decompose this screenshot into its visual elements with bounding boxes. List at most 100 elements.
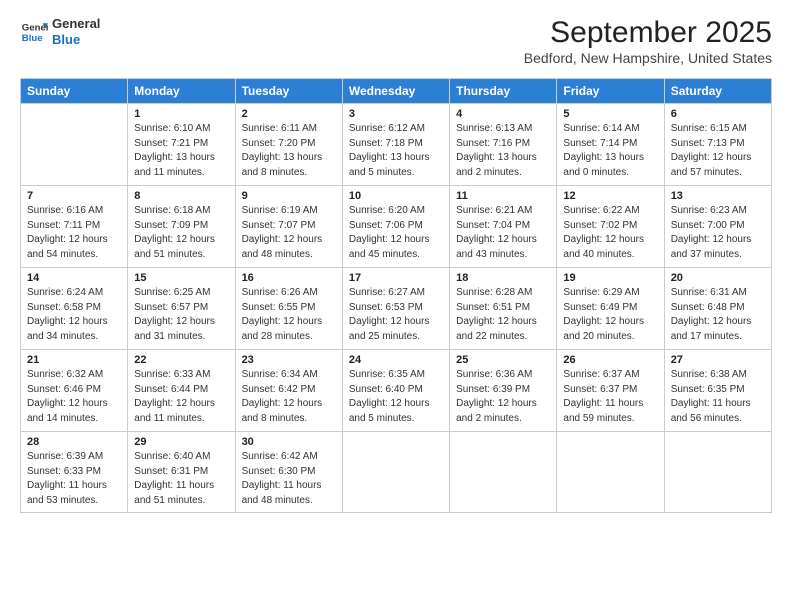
day-number: 30 [242, 436, 336, 448]
day-number: 23 [242, 354, 336, 366]
day-info: Sunrise: 6:33 AMSunset: 6:44 PMDaylight:… [134, 368, 228, 426]
table-row: 25 Sunrise: 6:36 AMSunset: 6:39 PMDayligh… [450, 350, 557, 432]
day-info: Sunrise: 6:34 AMSunset: 6:42 PMDaylight:… [242, 368, 336, 426]
day-info: Sunrise: 6:19 AMSunset: 7:07 PMDaylight:… [242, 204, 336, 262]
day-info: Sunrise: 6:14 AMSunset: 7:14 PMDaylight:… [563, 122, 657, 180]
day-number: 24 [349, 354, 443, 366]
day-info: Sunrise: 6:18 AMSunset: 7:09 PMDaylight:… [134, 204, 228, 262]
day-info: Sunrise: 6:12 AMSunset: 7:18 PMDaylight:… [349, 122, 443, 180]
table-row: 23 Sunrise: 6:34 AMSunset: 6:42 PMDayligh… [235, 350, 342, 432]
header: General Blue General Blue September 2025… [20, 16, 772, 66]
day-info: Sunrise: 6:37 AMSunset: 6:37 PMDaylight:… [563, 368, 657, 426]
col-wednesday: Wednesday [342, 79, 449, 104]
day-info: Sunrise: 6:22 AMSunset: 7:02 PMDaylight:… [563, 204, 657, 262]
day-info: Sunrise: 6:42 AMSunset: 6:30 PMDaylight:… [242, 450, 336, 508]
day-info: Sunrise: 6:35 AMSunset: 6:40 PMDaylight:… [349, 368, 443, 426]
day-number: 29 [134, 436, 228, 448]
table-row: 14Sunrise: 6:24 AMSunset: 6:58 PMDayligh… [21, 268, 128, 350]
table-row: 21 Sunrise: 6:32 AMSunset: 6:46 PMDayligh… [21, 350, 128, 432]
table-row [21, 104, 128, 186]
logo-text-blue: Blue [52, 32, 100, 48]
calendar-header-row: Sunday Monday Tuesday Wednesday Thursday… [21, 79, 772, 104]
day-number: 4 [456, 108, 550, 120]
calendar-week-3: 14Sunrise: 6:24 AMSunset: 6:58 PMDayligh… [21, 268, 772, 350]
table-row: 15Sunrise: 6:25 AMSunset: 6:57 PMDayligh… [128, 268, 235, 350]
table-row: 13 Sunrise: 6:23 AMSunset: 7:00 PMDayligh… [664, 186, 771, 268]
day-info: Sunrise: 6:15 AMSunset: 7:13 PMDaylight:… [671, 122, 765, 180]
col-monday: Monday [128, 79, 235, 104]
day-number: 1 [134, 108, 228, 120]
calendar-week-5: 28 Sunrise: 6:39 AMSunset: 6:33 PMDayligh… [21, 432, 772, 513]
table-row: 12 Sunrise: 6:22 AMSunset: 7:02 PMDayligh… [557, 186, 664, 268]
day-info: Sunrise: 6:31 AMSunset: 6:48 PMDaylight:… [671, 286, 765, 344]
table-row: 5 Sunrise: 6:14 AMSunset: 7:14 PMDaylight… [557, 104, 664, 186]
day-info: Sunrise: 6:28 AMSunset: 6:51 PMDaylight:… [456, 286, 550, 344]
day-number: 5 [563, 108, 657, 120]
day-number: 18 [456, 272, 550, 284]
table-row: 10 Sunrise: 6:20 AMSunset: 7:06 PMDayligh… [342, 186, 449, 268]
table-row: 28 Sunrise: 6:39 AMSunset: 6:33 PMDayligh… [21, 432, 128, 513]
table-row: 19Sunrise: 6:29 AMSunset: 6:49 PMDayligh… [557, 268, 664, 350]
day-info: Sunrise: 6:26 AMSunset: 6:55 PMDaylight:… [242, 286, 336, 344]
table-row: 30 Sunrise: 6:42 AMSunset: 6:30 PMDayligh… [235, 432, 342, 513]
table-row: 24 Sunrise: 6:35 AMSunset: 6:40 PMDayligh… [342, 350, 449, 432]
table-row [342, 432, 449, 513]
table-row: 8 Sunrise: 6:18 AMSunset: 7:09 PMDaylight… [128, 186, 235, 268]
day-number: 9 [242, 190, 336, 202]
day-number: 11 [456, 190, 550, 202]
day-info: Sunrise: 6:27 AMSunset: 6:53 PMDaylight:… [349, 286, 443, 344]
day-number: 26 [563, 354, 657, 366]
col-thursday: Thursday [450, 79, 557, 104]
day-number: 27 [671, 354, 765, 366]
table-row [450, 432, 557, 513]
day-info: Sunrise: 6:21 AMSunset: 7:04 PMDaylight:… [456, 204, 550, 262]
day-number: 2 [242, 108, 336, 120]
col-tuesday: Tuesday [235, 79, 342, 104]
day-number: 8 [134, 190, 228, 202]
day-number: 16 [242, 272, 336, 284]
day-info: Sunrise: 6:24 AMSunset: 6:58 PMDaylight:… [27, 286, 121, 344]
table-row: 18 Sunrise: 6:28 AMSunset: 6:51 PMDayligh… [450, 268, 557, 350]
col-saturday: Saturday [664, 79, 771, 104]
day-number: 28 [27, 436, 121, 448]
day-number: 13 [671, 190, 765, 202]
day-info: Sunrise: 6:13 AMSunset: 7:16 PMDaylight:… [456, 122, 550, 180]
day-info: Sunrise: 6:10 AMSunset: 7:21 PMDaylight:… [134, 122, 228, 180]
table-row: 17Sunrise: 6:27 AMSunset: 6:53 PMDayligh… [342, 268, 449, 350]
day-number: 15 [134, 272, 228, 284]
day-number: 22 [134, 354, 228, 366]
calendar-week-2: 7Sunrise: 6:16 AMSunset: 7:11 PMDaylight… [21, 186, 772, 268]
month-title: September 2025 [524, 16, 772, 50]
calendar-week-4: 21 Sunrise: 6:32 AMSunset: 6:46 PMDayligh… [21, 350, 772, 432]
table-row [664, 432, 771, 513]
day-number: 12 [563, 190, 657, 202]
day-number: 21 [27, 354, 121, 366]
day-info: Sunrise: 6:38 AMSunset: 6:35 PMDaylight:… [671, 368, 765, 426]
day-number: 10 [349, 190, 443, 202]
logo-icon: General Blue [20, 18, 48, 46]
day-info: Sunrise: 6:20 AMSunset: 7:06 PMDaylight:… [349, 204, 443, 262]
table-row: 27 Sunrise: 6:38 AMSunset: 6:35 PMDayligh… [664, 350, 771, 432]
svg-text:Blue: Blue [22, 32, 43, 43]
day-number: 7 [27, 190, 121, 202]
day-number: 20 [671, 272, 765, 284]
table-row: 16 Sunrise: 6:26 AMSunset: 6:55 PMDayligh… [235, 268, 342, 350]
day-info: Sunrise: 6:39 AMSunset: 6:33 PMDaylight:… [27, 450, 121, 508]
day-info: Sunrise: 6:23 AMSunset: 7:00 PMDaylight:… [671, 204, 765, 262]
table-row: 4 Sunrise: 6:13 AMSunset: 7:16 PMDaylight… [450, 104, 557, 186]
location: Bedford, New Hampshire, United States [524, 50, 772, 66]
logo-text-general: General [52, 16, 100, 32]
table-row: 1 Sunrise: 6:10 AMSunset: 7:21 PMDaylight… [128, 104, 235, 186]
table-row: 29Sunrise: 6:40 AMSunset: 6:31 PMDayligh… [128, 432, 235, 513]
day-number: 25 [456, 354, 550, 366]
day-info: Sunrise: 6:32 AMSunset: 6:46 PMDaylight:… [27, 368, 121, 426]
table-row: 9 Sunrise: 6:19 AMSunset: 7:07 PMDaylight… [235, 186, 342, 268]
day-number: 6 [671, 108, 765, 120]
col-friday: Friday [557, 79, 664, 104]
day-info: Sunrise: 6:11 AMSunset: 7:20 PMDaylight:… [242, 122, 336, 180]
table-row: 6 Sunrise: 6:15 AMSunset: 7:13 PMDaylight… [664, 104, 771, 186]
day-info: Sunrise: 6:29 AMSunset: 6:49 PMDaylight:… [563, 286, 657, 344]
table-row: 26 Sunrise: 6:37 AMSunset: 6:37 PMDayligh… [557, 350, 664, 432]
table-row: 20 Sunrise: 6:31 AMSunset: 6:48 PMDayligh… [664, 268, 771, 350]
day-info: Sunrise: 6:36 AMSunset: 6:39 PMDaylight:… [456, 368, 550, 426]
